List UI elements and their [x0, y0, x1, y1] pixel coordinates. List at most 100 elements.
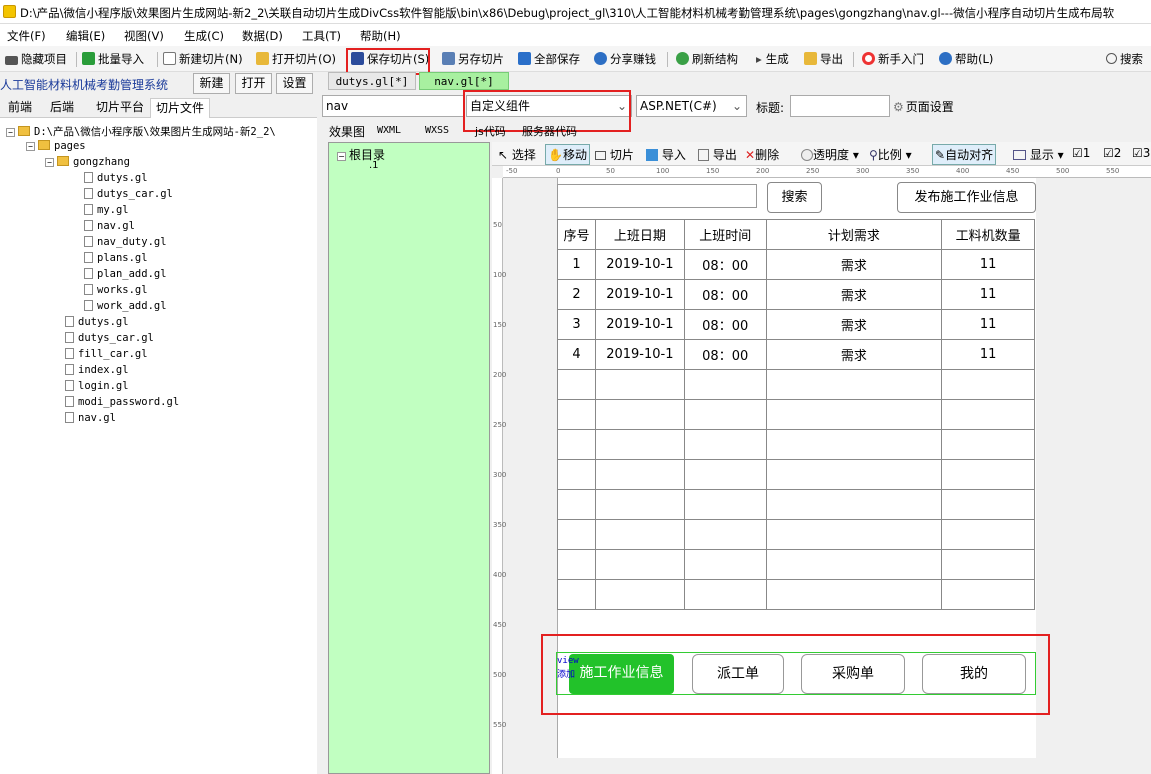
tree-file[interactable]: nav_duty.gl — [84, 236, 167, 248]
batch-import-button[interactable]: 批量导入 — [82, 51, 144, 68]
tab-slice-files[interactable]: 切片文件 — [150, 98, 210, 118]
tree-pages[interactable]: − pages — [26, 140, 86, 152]
menu-help[interactable]: 帮助(H) — [360, 28, 401, 44]
tab-slice-platform[interactable]: 切片平台 — [92, 98, 148, 118]
auto-align-toggle[interactable]: ✎自动对齐 — [932, 144, 997, 165]
slice-tool[interactable]: 切片 — [595, 146, 634, 163]
show-tool[interactable]: 显示 ▾ — [1013, 146, 1064, 163]
check-1[interactable]: ☑1 — [1072, 146, 1090, 160]
tree-file[interactable]: dutys_car.gl — [65, 332, 154, 344]
outline-child[interactable]: .1 — [369, 160, 379, 171]
tab-dutys[interactable]: dutys.gl[*] — [328, 72, 416, 90]
import-icon — [646, 149, 658, 161]
collapse-icon: − — [45, 158, 54, 167]
tree-file[interactable]: dutys.gl — [84, 172, 148, 184]
help-button[interactable]: 帮助(L) — [939, 51, 993, 68]
ruler-label: 100 — [656, 167, 670, 175]
page-name-input[interactable]: nav — [322, 95, 464, 117]
tree-file[interactable]: my.gl — [84, 204, 129, 216]
table-row[interactable]: 1 2019-10-1 08：00 需求 11 — [557, 249, 1035, 280]
tab-frontend[interactable]: 前端 — [0, 98, 40, 118]
new-file-icon — [163, 52, 176, 65]
menu-data[interactable]: 数据(D) — [242, 28, 283, 44]
delete-tool[interactable]: ✕删除 — [745, 146, 779, 163]
tree-file[interactable]: dutys_car.gl — [84, 188, 173, 200]
menu-view[interactable]: 视图(V) — [124, 28, 164, 44]
tree-gongzhang[interactable]: − gongzhang — [45, 156, 130, 168]
tree-file[interactable]: dutys.gl — [65, 316, 129, 328]
menu-tools[interactable]: 工具(T) — [302, 28, 341, 44]
page-settings-button[interactable]: ⚙ 页面设置 — [893, 98, 954, 115]
language-select[interactable]: ASP.NET(C#) ⌄ — [636, 95, 747, 117]
move-tool[interactable]: ✋移动 — [545, 144, 590, 165]
hide-project-button[interactable]: 隐藏项目 — [5, 51, 67, 68]
tab-server-code[interactable]: 服务器代码 — [522, 123, 577, 139]
ratio-tool[interactable]: ⚲比例 ▾ — [869, 146, 912, 163]
tree-file[interactable]: modi_password.gl — [65, 396, 179, 408]
separator — [667, 52, 668, 67]
check-2[interactable]: ☑2 — [1103, 146, 1121, 160]
ruler-label: 400 — [493, 571, 507, 579]
table-row[interactable]: 2 2019-10-1 08：00 需求 11 — [557, 279, 1035, 310]
project-open-button[interactable]: 打开 — [235, 73, 272, 94]
tab-wxss[interactable]: WXSS — [425, 125, 449, 136]
ruler-label: 250 — [806, 167, 820, 175]
title-input[interactable] — [790, 95, 890, 117]
table-row-empty — [557, 369, 1035, 400]
file-icon — [84, 204, 93, 215]
menu-file[interactable]: 文件(F) — [7, 28, 46, 44]
tree-file[interactable]: login.gl — [65, 380, 129, 392]
tree-file[interactable]: index.gl — [65, 364, 129, 376]
header-cell: 计划需求 — [765, 219, 943, 250]
title-bar: D:\产品\微信小程序版\效果图片生成网站-新2_2\关联自动切片生成DivCs… — [0, 0, 1151, 24]
tree-file[interactable]: work_add.gl — [84, 300, 167, 312]
tree-file[interactable]: nav.gl — [84, 220, 135, 232]
tab-backend[interactable]: 后端 — [42, 98, 82, 118]
header-cell: 序号 — [557, 219, 596, 250]
tree-file[interactable]: fill_car.gl — [65, 348, 148, 360]
open-slice-button[interactable]: 打开切片(O) — [256, 51, 336, 68]
table-row[interactable]: 3 2019-10-1 08：00 需求 11 — [557, 309, 1035, 340]
guide-button[interactable]: 新手入门 — [862, 51, 924, 68]
project-new-button[interactable]: 新建 — [193, 73, 230, 94]
table-cell: 2019-10-1 — [594, 309, 685, 340]
canvas-search-button[interactable]: 搜索 — [767, 182, 822, 213]
ruler-label: 50 — [606, 167, 615, 175]
file-icon — [65, 364, 74, 375]
table-row-empty — [557, 579, 1035, 610]
tab-wxml[interactable]: WXML — [377, 125, 401, 136]
tree-file[interactable]: nav.gl — [65, 412, 116, 424]
table-cell: 08：00 — [683, 279, 767, 310]
search-button[interactable]: 搜索 — [1106, 51, 1143, 68]
canvas-search-input[interactable] — [557, 184, 757, 208]
save-all-button[interactable]: 全部保存 — [518, 51, 580, 68]
save-as-button[interactable]: 另存切片 — [442, 51, 504, 68]
generate-button[interactable]: ▸ 生成 — [756, 51, 789, 68]
import-tool[interactable]: 导入 — [646, 146, 686, 163]
check-3[interactable]: ☑3 — [1132, 146, 1150, 160]
ruler-label: 500 — [493, 671, 507, 679]
tree-file[interactable]: plan_add.gl — [84, 268, 167, 280]
publish-info-button[interactable]: 发布施工作业信息 — [897, 182, 1036, 213]
tree-file[interactable]: plans.gl — [84, 252, 148, 264]
export-button[interactable]: 导出 — [804, 51, 843, 68]
data-table: 序号 上班日期 上班时间 计划需求 工料机数量 1 2019-10-1 08：0… — [557, 219, 1035, 610]
project-settings-button[interactable]: 设置 — [276, 73, 313, 94]
tab-design[interactable]: 效果图 — [329, 123, 365, 140]
select-tool[interactable]: ↖ 选择 — [498, 146, 536, 163]
share-button[interactable]: 分享赚钱 — [594, 51, 656, 68]
opacity-tool[interactable]: 透明度 ▾ — [801, 146, 859, 163]
file-icon — [84, 284, 93, 295]
menu-edit[interactable]: 编辑(E) — [66, 28, 105, 44]
refresh-structure-button[interactable]: 刷新结构 — [676, 51, 738, 68]
tree-root[interactable]: − D:\产品\微信小程序版\效果图片生成网站-新2_2\ — [6, 124, 276, 139]
view-tabs: 效果图 WXML WXSS js代码 服务器代码 — [320, 120, 620, 142]
export-tool[interactable]: 导出 — [698, 146, 737, 163]
table-row[interactable]: 4 2019-10-1 08：00 需求 11 — [557, 339, 1035, 370]
menu-generate[interactable]: 生成(C) — [184, 28, 224, 44]
tab-js[interactable]: js代码 — [475, 123, 506, 139]
tab-nav[interactable]: nav.gl[*] — [419, 72, 509, 90]
tree-file[interactable]: works.gl — [84, 284, 148, 296]
refresh-icon — [676, 52, 689, 65]
new-slice-button[interactable]: 新建切片(N) — [163, 51, 243, 68]
